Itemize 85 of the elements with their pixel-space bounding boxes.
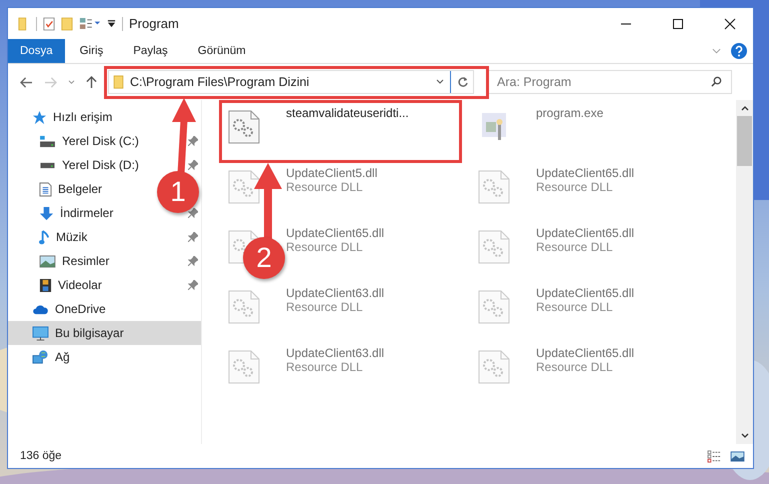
sidebar-item[interactable]: Resimler (8, 249, 110, 273)
pin-icon[interactable] (188, 208, 198, 218)
film-icon (39, 278, 52, 292)
star-icon (32, 110, 47, 124)
back-arrow-icon[interactable] (20, 76, 33, 88)
file-type: Resource DLL (536, 360, 614, 374)
ribbon-tab[interactable]: Paylaş (118, 39, 183, 63)
settings-file-icon (228, 110, 260, 144)
file-name[interactable]: UpdateClient65.dll (536, 346, 634, 360)
file-name[interactable]: UpdateClient65.dll (286, 226, 384, 240)
window-title: Program (129, 16, 179, 31)
item-count: 136 öğe (20, 450, 62, 462)
settings-file-icon (228, 170, 260, 204)
file-name[interactable]: UpdateClient5.dll (286, 166, 378, 180)
sidebar-item[interactable]: Videolar (8, 273, 102, 297)
scroll-up-icon[interactable] (740, 105, 748, 111)
file-type: Resource DLL (536, 240, 614, 254)
music-note-icon (39, 230, 50, 244)
file-type: Resource DLL (286, 180, 364, 194)
pin-icon[interactable] (188, 256, 198, 266)
folder-icon (113, 75, 124, 89)
settings-file-icon (478, 350, 510, 384)
ribbon-tab[interactable]: Dosya (8, 39, 65, 63)
file-type: Resource DLL (286, 300, 364, 314)
sidebar-item[interactable]: Yerel Disk (C:) (8, 129, 139, 153)
settings-file-icon (478, 290, 510, 324)
document-icon (39, 182, 52, 196)
address-path: C:\Program Files\Program Dizini (130, 75, 310, 89)
search-field[interactable]: Ara: Program (488, 70, 732, 94)
drive-icon (39, 134, 56, 148)
up-arrow-icon[interactable] (86, 76, 97, 88)
pin-icon[interactable] (188, 136, 198, 146)
pin-icon[interactable] (188, 160, 198, 170)
customize-caret-icon[interactable] (107, 19, 116, 28)
sidebar-item[interactable]: Bu bilgisayar (8, 321, 201, 345)
network-icon (32, 350, 49, 364)
step-number-badge: 2 (243, 237, 285, 279)
file-name[interactable]: UpdateClient63.dll (286, 346, 384, 360)
pin-icon[interactable] (188, 232, 198, 242)
sidebar-item[interactable]: Yerel Disk (D:) (8, 153, 139, 177)
properties-icon[interactable] (79, 17, 101, 30)
file-type: Resource DLL (536, 300, 614, 314)
sidebar-item[interactable]: Hızlı erişim (8, 105, 116, 129)
expand-ribbon-icon[interactable] (712, 48, 721, 54)
scroll-thumb[interactable] (737, 116, 752, 166)
maximize-icon[interactable] (672, 18, 684, 30)
help-icon[interactable] (731, 43, 747, 59)
drive-icon (39, 162, 56, 168)
settings-file-icon (228, 290, 260, 324)
close-icon[interactable] (724, 18, 736, 30)
file-name[interactable]: steamvalidateuseridti... (286, 106, 409, 120)
file-type: Resource DLL (536, 180, 614, 194)
pin-icon[interactable] (188, 280, 198, 290)
settings-file-icon (478, 170, 510, 204)
file-name[interactable]: UpdateClient63.dll (286, 286, 384, 300)
picture-icon (39, 254, 56, 268)
file-name[interactable]: UpdateClient65.dll (536, 226, 634, 240)
settings-file-icon (478, 230, 510, 264)
address-bar[interactable]: C:\Program Files\Program Dizini (108, 70, 474, 94)
file-name[interactable]: UpdateClient65.dll (536, 286, 634, 300)
search-icon (711, 76, 722, 87)
sidebar-item[interactable]: Müzik (8, 225, 88, 249)
dropdown-caret-icon[interactable] (436, 79, 444, 85)
file-type: Resource DLL (286, 360, 364, 374)
checklist-icon[interactable] (43, 16, 55, 30)
cloud-icon (32, 304, 49, 314)
scroll-down-icon[interactable] (740, 433, 748, 439)
monitor-icon (32, 326, 49, 340)
file-name[interactable]: UpdateClient65.dll (536, 166, 634, 180)
refresh-icon[interactable] (457, 76, 469, 88)
ribbon-tab[interactable]: Giriş (64, 39, 118, 63)
ribbon-tab[interactable]: Görünüm (182, 39, 261, 63)
large-icons-view-icon[interactable] (730, 450, 745, 462)
file-name[interactable]: program.exe (536, 106, 604, 120)
download-arrow-icon (39, 206, 54, 220)
sidebar-item[interactable]: Ağ (8, 345, 74, 369)
sidebar-item[interactable]: OneDrive (8, 297, 110, 321)
settings-file-icon (228, 350, 260, 384)
details-view-icon[interactable] (707, 450, 722, 462)
step-number-badge: 1 (157, 171, 199, 213)
sidebar-item[interactable]: Belgeler (8, 177, 102, 201)
file-type: Resource DLL (286, 240, 364, 254)
sidebar-item[interactable]: İndirmeler (8, 201, 114, 225)
scrollbar[interactable] (736, 100, 753, 444)
recent-caret-icon[interactable] (68, 80, 75, 84)
